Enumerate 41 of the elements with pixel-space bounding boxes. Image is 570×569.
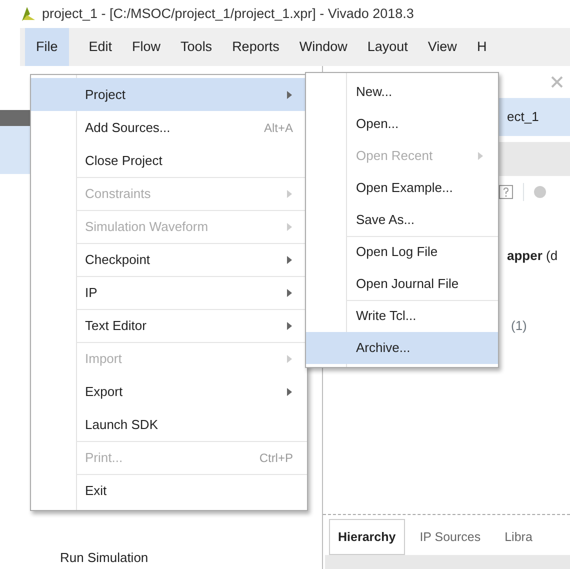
menu-item[interactable]: H (466, 28, 487, 66)
task-item[interactable]: Run Simulation (60, 548, 148, 567)
submenu-arrow-icon (287, 388, 293, 396)
menu-item[interactable]: Open Example... (306, 172, 498, 204)
submenu-arrow-icon (287, 190, 293, 198)
menu-item[interactable]: Flow (122, 28, 161, 66)
tab[interactable]: Libra (496, 519, 542, 555)
circle-icon (534, 186, 546, 198)
submenu-arrow-icon (287, 354, 293, 362)
menu-item[interactable]: Layout (357, 28, 408, 66)
submenu-arrow-icon (478, 152, 484, 160)
shortcut-text: Alt+A (264, 120, 293, 136)
submenu-arrow-icon (287, 322, 293, 330)
menu-item[interactable]: Reports (222, 28, 280, 66)
menu-item[interactable]: Close Project (31, 144, 307, 177)
submenu-arrow-icon (287, 222, 293, 230)
menu-item[interactable]: File (25, 28, 69, 66)
tab[interactable]: Hierarchy (329, 519, 405, 555)
submenu-arrow-icon (287, 288, 293, 296)
submenu-arrow-icon (287, 256, 293, 264)
close-icon (550, 75, 564, 89)
submenu-arrow-icon (287, 90, 293, 98)
selected-row (0, 126, 30, 174)
source-item: apper (d (507, 247, 558, 265)
menu-item[interactable]: Project (31, 78, 307, 111)
menu-item[interactable]: Launch SDK (31, 408, 307, 441)
shortcut-text: Ctrl+P (259, 450, 293, 466)
app-logo-icon (20, 6, 36, 22)
menu-item[interactable]: View (418, 28, 457, 66)
window-title: project_1 - [C:/MSOC/project_1/project_1.xpr] - Vivado 2018.3 (42, 4, 414, 23)
menu-item[interactable]: Window (289, 28, 348, 66)
menu-item[interactable]: Export (31, 375, 307, 408)
panel-header (0, 110, 30, 126)
menu-item[interactable]: Tools (170, 28, 212, 66)
menu-item[interactable]: Edit (78, 28, 112, 66)
tab[interactable]: IP Sources (410, 519, 490, 555)
menu-item[interactable]: Add Sources... Alt+A (31, 111, 307, 144)
menu-item[interactable]: Archive... (306, 332, 498, 364)
source-count: (1) (511, 316, 527, 335)
menu-item[interactable]: Open Journal File (306, 268, 498, 300)
menu-item[interactable]: Save As... (306, 204, 498, 236)
